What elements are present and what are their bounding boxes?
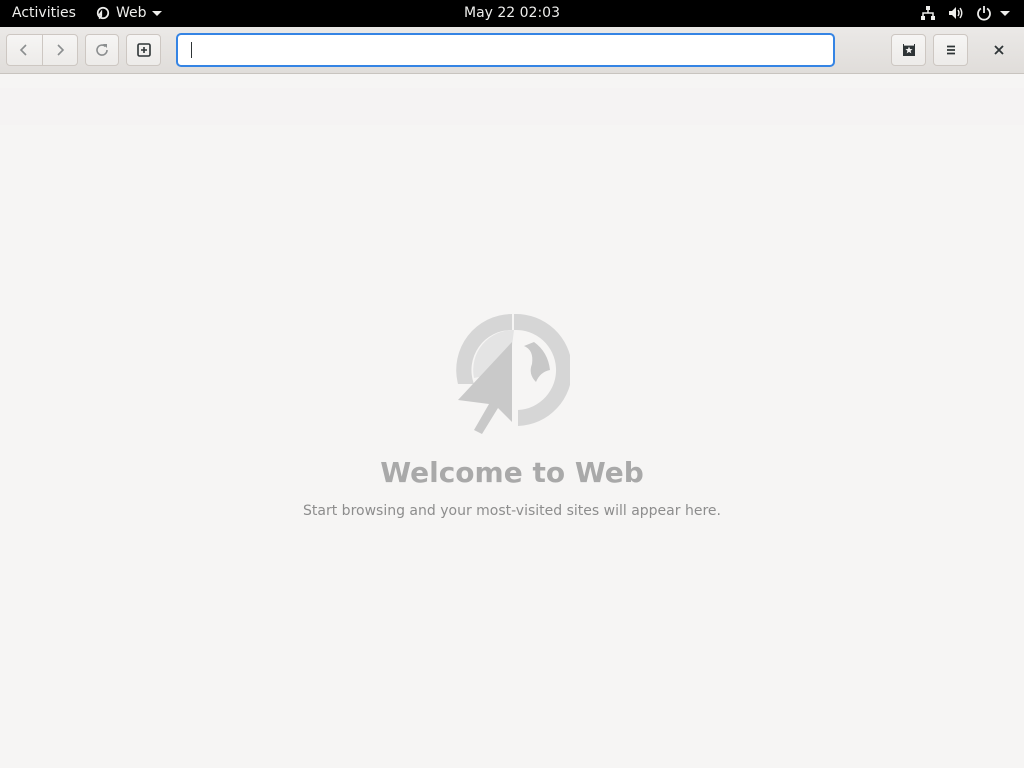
go-back-icon [20, 44, 27, 56]
overview-strip [0, 88, 1024, 125]
chevron-down-icon [1000, 10, 1010, 16]
app-menu-button[interactable]: Web [96, 5, 162, 21]
new-tab-button[interactable] [126, 34, 161, 66]
gnome-top-bar: Activities Web May 22 02:03 [0, 0, 1024, 27]
volume-icon [949, 7, 963, 19]
bookmark-star-icon [902, 44, 915, 56]
main-menu-button[interactable] [933, 34, 968, 66]
new-tab-icon [136, 43, 151, 57]
reload-button[interactable] [85, 34, 119, 66]
web-logo-icon [456, 313, 570, 434]
go-forward-icon [57, 44, 64, 56]
reload-icon [96, 44, 108, 56]
browser-header-bar [0, 27, 1024, 74]
close-window-button[interactable] [986, 34, 1012, 66]
system-tray[interactable] [920, 5, 1010, 21]
close-icon [994, 45, 1004, 55]
welcome-title: Welcome to Web [380, 456, 644, 489]
url-input[interactable] [178, 35, 833, 65]
clock[interactable]: May 22 02:03 [464, 5, 560, 21]
web-app-icon [96, 6, 110, 20]
power-icon [977, 6, 991, 21]
welcome-subtitle: Start browsing and your most-visited sit… [303, 503, 721, 519]
network-wired-icon [921, 6, 935, 20]
bookmarks-button[interactable] [891, 34, 926, 66]
text-cursor [191, 42, 192, 58]
app-menu-label: Web [116, 5, 147, 21]
activities-button[interactable]: Activities [12, 5, 76, 21]
app-menu-caret-icon [151, 10, 162, 16]
address-bar[interactable] [176, 33, 835, 67]
hamburger-menu-icon [946, 45, 955, 55]
back-button[interactable] [7, 35, 42, 65]
forward-button[interactable] [41, 35, 78, 65]
navigation-buttons [6, 34, 78, 66]
